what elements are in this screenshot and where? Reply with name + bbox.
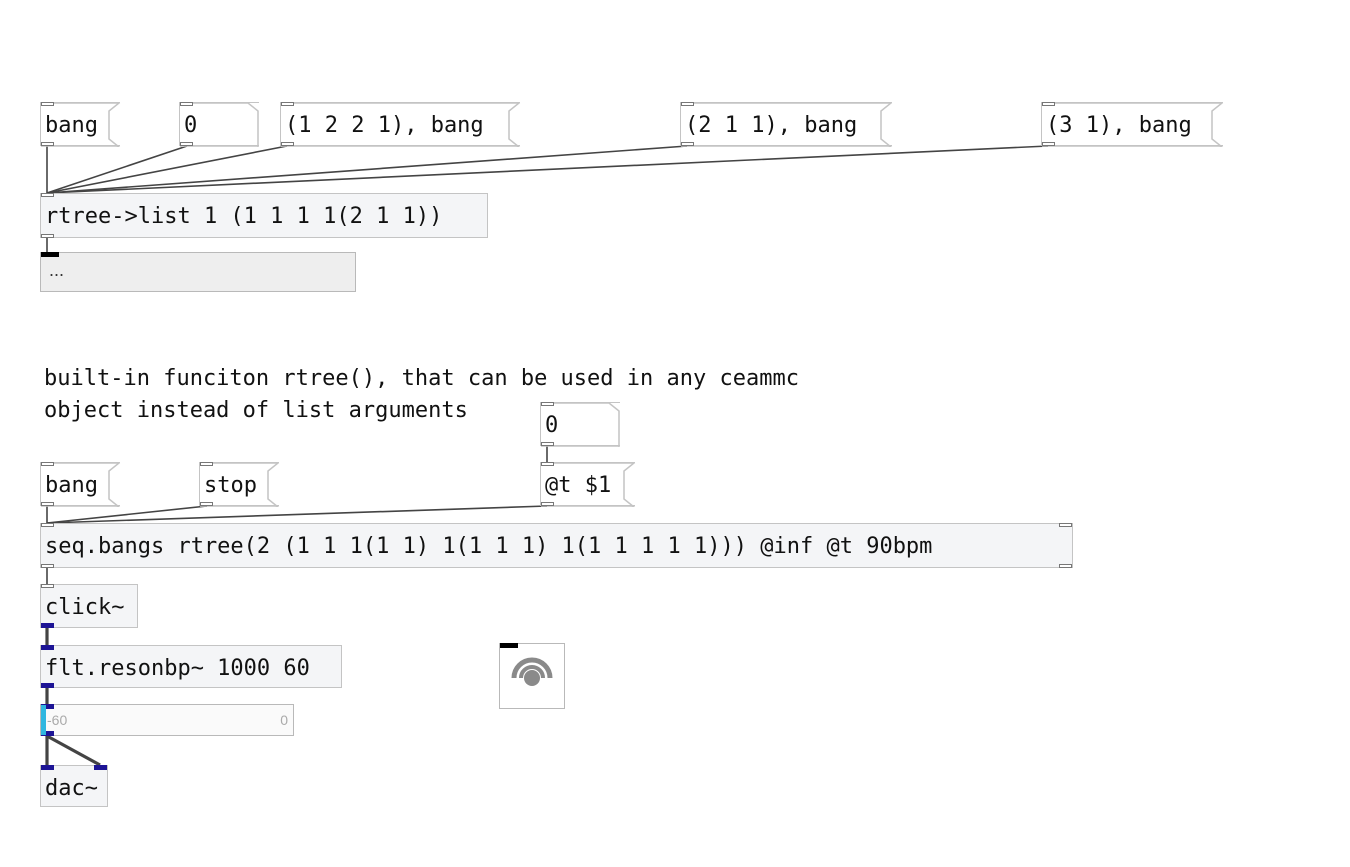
level-meter-fill xyxy=(41,705,47,735)
tempo-number-box-value: 0 xyxy=(545,413,559,438)
set-tempo-message[interactable]: @t $1 xyxy=(540,462,636,507)
click-object[interactable]: click~ xyxy=(40,584,138,628)
click-object-label: click~ xyxy=(45,595,125,620)
level-meter-max: 0 xyxy=(280,712,288,728)
dsp-toggle[interactable] xyxy=(499,643,565,709)
level-meter[interactable]: -60 0 xyxy=(40,704,294,736)
tree-message-c-label: (3 1), bang xyxy=(1046,113,1192,138)
stop-message[interactable]: stop xyxy=(199,462,280,507)
tree-message-b-label: (2 1 1), bang xyxy=(685,113,858,138)
level-meter-min: -60 xyxy=(47,712,68,728)
comment-line-2: object instead of list arguments xyxy=(44,398,468,423)
speaker-dsp-toggle-icon xyxy=(511,657,553,686)
rtree-list-object-label: rtree->list 1 (1 1 1 1(2 1 1)) xyxy=(45,204,443,229)
tree-message-c[interactable]: (3 1), bang xyxy=(1041,102,1224,147)
dac-object-label: dac~ xyxy=(45,776,98,801)
bang-message[interactable]: bang xyxy=(40,102,121,147)
bang-message-label: bang xyxy=(45,113,98,138)
bang-message-2-label: bang xyxy=(45,473,98,498)
bang-message-2[interactable]: bang xyxy=(40,462,121,507)
zero-message[interactable]: 0 xyxy=(179,102,259,147)
zero-message-label: 0 xyxy=(184,113,198,138)
dac-object[interactable]: dac~ xyxy=(40,765,108,807)
rtree-list-object[interactable]: rtree->list 1 (1 1 1 1(2 1 1)) xyxy=(40,193,488,238)
tree-message-a[interactable]: (1 2 2 1), bang xyxy=(280,102,521,147)
resonbp-filter-object[interactable]: flt.resonbp~ 1000 60 xyxy=(40,645,342,688)
seq-bangs-object[interactable]: seq.bangs rtree(2 (1 1 1(1 1) 1(1 1 1) 1… xyxy=(40,523,1073,568)
tree-message-a-label: (1 2 2 1), bang xyxy=(285,113,484,138)
comment-line-1: built-in funciton rtree(), that can be u… xyxy=(44,366,799,391)
tree-message-b[interactable]: (2 1 1), bang xyxy=(680,102,893,147)
resonbp-filter-object-label: flt.resonbp~ 1000 60 xyxy=(45,656,310,681)
seq-bangs-object-label: seq.bangs rtree(2 (1 1 1(1 1) 1(1 1 1) 1… xyxy=(45,534,933,559)
list-view[interactable]: ... xyxy=(40,252,356,292)
tempo-number-box[interactable]: 0 xyxy=(540,402,620,447)
list-view-value: ... xyxy=(49,260,65,280)
stop-message-label: stop xyxy=(204,473,257,498)
set-tempo-message-label: @t $1 xyxy=(545,473,612,498)
